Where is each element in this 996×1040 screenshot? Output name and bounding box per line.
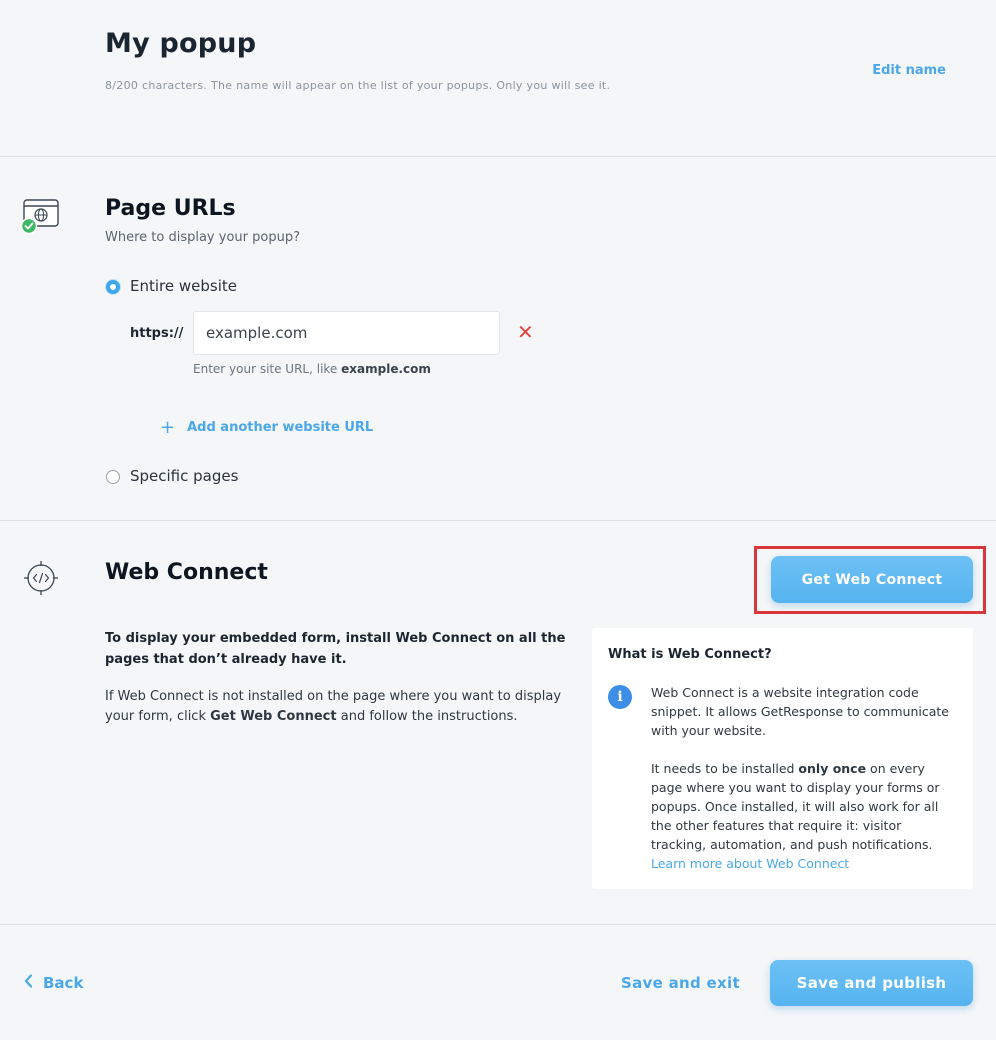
back-label: Back (43, 974, 84, 992)
edit-name-link[interactable]: Edit name (872, 63, 946, 78)
page-urls-subtitle: Where to display your popup? (105, 230, 300, 245)
browser-globe-check-icon (20, 196, 60, 236)
name-hint: 8/200 characters. The name will appear o… (105, 79, 611, 92)
divider (0, 924, 996, 925)
radio-specific-pages-label[interactable]: Specific pages (130, 467, 238, 485)
website-url-input[interactable] (193, 311, 500, 355)
web-connect-info-card: What is Web Connect? i Web Connect is a … (592, 628, 973, 889)
add-website-url-button[interactable]: + Add another website URL (160, 417, 373, 438)
info-paragraph-1: Web Connect is a website integration cod… (651, 685, 949, 738)
divider (0, 520, 996, 521)
radio-entire-website[interactable] (106, 280, 120, 294)
page-urls-title: Page URLs (105, 196, 236, 221)
highlight-box (754, 546, 986, 614)
info-icon: i (608, 685, 632, 709)
code-target-icon (22, 559, 62, 599)
radio-specific-pages[interactable] (106, 470, 120, 484)
web-connect-intro: To display your embedded form, install W… (105, 631, 566, 667)
back-button[interactable]: Back (24, 974, 83, 992)
info-card-title: What is Web Connect? (608, 647, 772, 662)
info-paragraph-2: It needs to be installed only once on ev… (651, 761, 940, 871)
url-hint: Enter your site URL, like example.com (193, 362, 431, 376)
web-connect-instructions: If Web Connect is not installed on the p… (105, 689, 562, 724)
radio-entire-website-label[interactable]: Entire website (130, 277, 237, 295)
web-connect-title: Web Connect (105, 560, 268, 585)
add-url-label: Add another website URL (187, 420, 374, 435)
save-and-exit-button[interactable]: Save and exit (621, 974, 740, 992)
chevron-left-icon (24, 974, 33, 992)
remove-url-icon[interactable]: ✕ (517, 322, 534, 342)
learn-more-link[interactable]: Learn more about Web Connect (651, 856, 849, 871)
divider (0, 156, 996, 157)
page-title: My popup (105, 28, 257, 59)
plus-icon: + (160, 417, 176, 438)
protocol-label: https:// (130, 326, 184, 341)
save-and-publish-button[interactable]: Save and publish (770, 960, 973, 1006)
